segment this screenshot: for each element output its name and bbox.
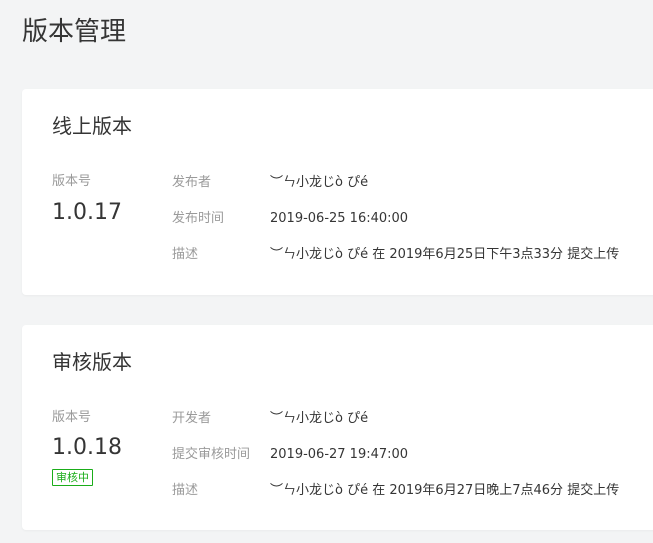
online-publish-time-label: 发布时间: [172, 211, 225, 226]
online-publisher-value: ︶ㄣ小龙じò ぴé: [270, 175, 369, 190]
online-publish-time-value: 2019-06-25 16:40:00: [270, 211, 409, 226]
review-version-number-label: 版本号: [52, 410, 92, 425]
review-submit-time-value: 2019-06-27 19:47:00: [270, 447, 409, 462]
review-version-number: 1.0.18: [52, 435, 122, 460]
online-version-number: 1.0.17: [52, 200, 122, 225]
status-badge: 审核中: [52, 469, 93, 486]
review-submit-time-label: 提交审核时间: [172, 447, 251, 462]
online-description-value: ︶ㄣ小龙じò ぴé 在 2019年6月25日下午3点33分 提交上传: [270, 247, 620, 262]
review-version-title: 审核版本: [52, 350, 132, 374]
page-title: 版本管理: [22, 17, 127, 47]
review-developer-label: 开发者: [172, 411, 212, 426]
review-description-label: 描述: [172, 483, 199, 498]
review-developer-value: ︶ㄣ小龙じò ぴé: [270, 411, 369, 426]
online-publisher-label: 发布者: [172, 175, 212, 190]
version-management-page: 版本管理 线上版本 版本号 1.0.17 发布者 ︶ㄣ小龙じò ぴé 发布时间 …: [0, 0, 653, 543]
online-description-label: 描述: [172, 247, 199, 262]
review-description-value: ︶ㄣ小龙じò ぴé 在 2019年6月27日晚上7点46分 提交上传: [270, 483, 620, 498]
review-version-card: 审核版本 版本号 1.0.18 审核中 开发者 ︶ㄣ小龙じò ぴé 提交审核时间…: [22, 325, 653, 530]
online-version-number-label: 版本号: [52, 174, 92, 189]
online-version-card: 线上版本 版本号 1.0.17 发布者 ︶ㄣ小龙じò ぴé 发布时间 2019-…: [22, 89, 653, 295]
online-version-title: 线上版本: [52, 114, 132, 138]
